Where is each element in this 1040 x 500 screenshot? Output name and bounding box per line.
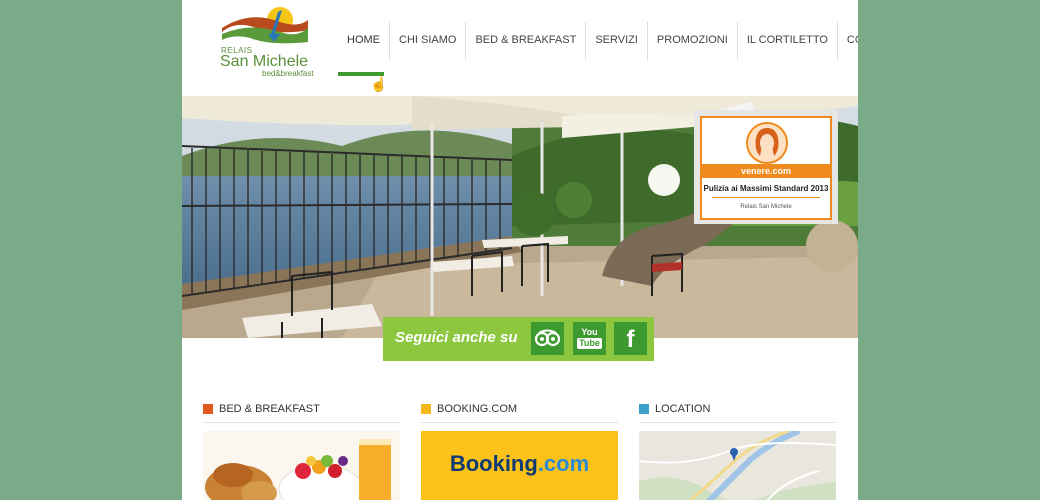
nav-contatti[interactable]: CONTATTI [836,22,858,60]
booking-image[interactable]: Booking.com [421,431,618,500]
booking-brand: Booking [449,451,538,476]
nav-servizi[interactable]: SERVIZI [585,22,647,60]
section-location: LOCATION [639,402,836,500]
section-marker-icon [421,404,431,414]
hand-cursor-icon: ☝ [370,76,388,92]
badge-award-text: Pulizia ai Massimi Standard 2013 [703,184,829,193]
youtube-icon[interactable]: You Tube [573,322,606,355]
social-bar: Seguici anche su You Tube f [383,317,654,361]
award-badge-card: venere.com Pulizia ai Massimi Standard 2… [700,116,832,220]
main-nav: HOME CHI SIAMO BED & BREAKFAST SERVIZI P… [338,22,858,62]
section-bed-breakfast: BED & BREAKFAST [203,402,400,500]
site-logo[interactable]: RELAIS San Michele bed&breakfast [218,6,314,80]
logo-emblem-icon [222,7,308,44]
map-graphic [639,431,836,500]
location-map[interactable] [639,431,836,500]
venere-face-icon [755,128,779,156]
youtube-text-top: You [581,327,598,337]
logo-tagline: bed&breakfast [262,69,314,78]
section-divider [639,422,836,423]
breakfast-image[interactable] [203,431,400,500]
section-marker-icon [203,404,213,414]
nav-bed-breakfast[interactable]: BED & BREAKFAST [465,22,585,60]
section-title[interactable]: BOOKING.COM [437,402,517,416]
section-title[interactable]: LOCATION [655,402,710,416]
tripadvisor-icon[interactable] [531,322,564,355]
section-booking: BOOKING.COM Booking.com [421,402,618,500]
breakfast-photo [203,431,400,500]
badge-brand: venere.com [702,164,830,178]
facebook-icon[interactable]: f [614,322,647,355]
section-divider [421,422,618,423]
section-header: BED & BREAKFAST [203,402,400,416]
social-label: Seguici anche su [395,329,518,346]
badge-divider [712,197,820,198]
section-title[interactable]: BED & BREAKFAST [219,402,320,416]
nav-promozioni[interactable]: PROMOZIONI [646,22,737,60]
nav-il-cortiletto[interactable]: IL CORTILETTO [736,22,837,60]
booking-suffix: .com [537,451,590,476]
section-divider [203,422,400,423]
section-marker-icon [639,404,649,414]
section-header: BOOKING.COM [421,402,618,416]
venere-logo-icon [746,122,788,164]
section-header: LOCATION [639,402,836,416]
map-pin-icon [730,448,738,456]
badge-hotel-name: Relais San Michele [740,204,792,210]
nav-chi-siamo[interactable]: CHI SIAMO [389,22,465,60]
youtube-text-bottom: Tube [577,338,602,349]
booking-logo: Booking.com [421,451,618,477]
nav-home[interactable]: HOME [338,22,389,60]
award-badge[interactable]: venere.com Pulizia ai Massimi Standard 2… [694,110,838,224]
page: RELAIS San Michele bed&breakfast HOME CH… [182,0,858,500]
